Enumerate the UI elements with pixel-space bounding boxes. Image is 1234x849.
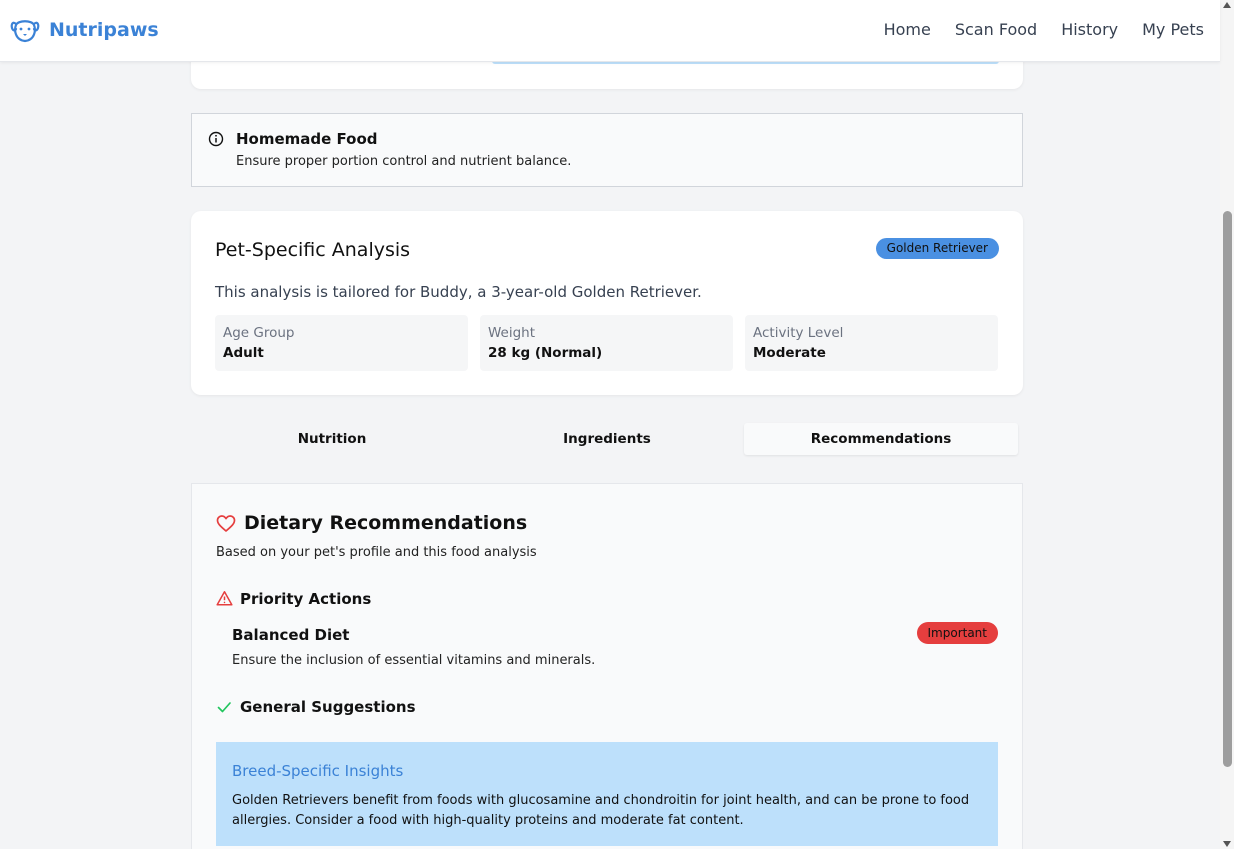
analysis-tabs: Nutrition Ingredients Recommendations	[191, 419, 1023, 459]
pet-analysis-title: Pet-Specific Analysis	[215, 239, 411, 261]
stat-age-group: Age Group Adult	[215, 315, 468, 371]
recommendations-title: Dietary Recommendations	[244, 512, 528, 534]
homemade-food-alert: Homemade Food Ensure proper portion cont…	[191, 113, 1023, 187]
general-suggestions-title: General Suggestions	[240, 698, 416, 716]
nav-link-my-pets[interactable]: My Pets	[1142, 20, 1204, 39]
tab-ingredients[interactable]: Ingredients	[470, 423, 744, 455]
tab-recommendations[interactable]: Recommendations	[744, 423, 1018, 455]
recommendations-subtitle: Based on your pet's profile and this foo…	[216, 545, 537, 560]
stat-activity-level: Activity Level Moderate	[745, 315, 998, 371]
warning-triangle-icon	[216, 591, 233, 606]
scrollbar[interactable]	[1220, 0, 1234, 849]
nav-link-history[interactable]: History	[1061, 20, 1118, 39]
dog-icon	[10, 20, 40, 43]
priority-item-title: Balanced Diet	[232, 626, 350, 644]
scroll-down-icon[interactable]	[1223, 841, 1231, 847]
brand-name: Nutripaws	[49, 19, 159, 41]
tab-nutrition[interactable]: Nutrition	[195, 423, 469, 455]
priority-item-text: Ensure the inclusion of essential vitami…	[232, 653, 596, 668]
heart-icon	[216, 515, 236, 532]
breed-insights-title: Breed-Specific Insights	[232, 762, 404, 780]
scroll-up-icon[interactable]	[1223, 2, 1231, 8]
stat-value: Moderate	[753, 345, 826, 361]
stat-label: Weight	[488, 325, 536, 341]
pet-analysis-description: This analysis is tailored for Buddy, a 3…	[215, 283, 702, 301]
stat-label: Activity Level	[753, 325, 844, 341]
brand-logo[interactable]: Nutripaws	[10, 15, 159, 45]
breed-badge: Golden Retriever	[875, 238, 999, 259]
info-icon	[208, 131, 224, 147]
check-icon	[217, 702, 231, 713]
alert-title: Homemade Food	[236, 130, 378, 148]
nav-link-scan-food[interactable]: Scan Food	[955, 20, 1037, 39]
nav-link-home[interactable]: Home	[884, 20, 931, 39]
pet-analysis-card: Pet-Specific Analysis Golden Retriever T…	[191, 211, 1023, 395]
important-badge: Important	[916, 622, 998, 644]
alert-text: Ensure proper portion control and nutrie…	[236, 154, 572, 169]
stat-value: 28 kg (Normal)	[488, 345, 603, 361]
stat-weight: Weight 28 kg (Normal)	[480, 315, 733, 371]
breed-insights-text: Golden Retrievers benefit from foods wit…	[232, 793, 970, 828]
breed-insights-box: Breed-Specific Insights Golden Retriever…	[216, 742, 998, 846]
nav-links: Home Scan Food History My Pets	[860, 20, 1204, 39]
priority-actions-title: Priority Actions	[240, 590, 372, 608]
top-navbar: Nutripaws Home Scan Food History My Pets	[0, 0, 1220, 62]
stat-value: Adult	[223, 345, 264, 361]
scrollbar-thumb[interactable]	[1223, 211, 1232, 767]
recommendations-card: Dietary Recommendations Based on your pe…	[191, 483, 1023, 849]
stat-label: Age Group	[223, 325, 295, 341]
